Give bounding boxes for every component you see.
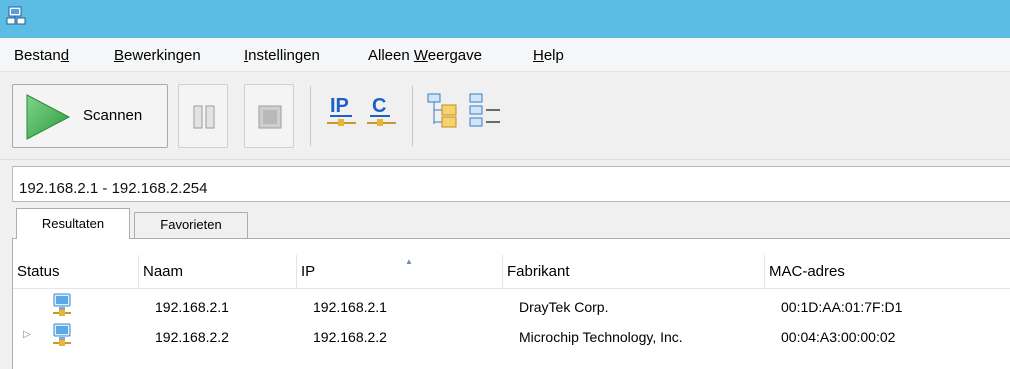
toolbar-separator-2: [412, 86, 413, 146]
menu-bestand-accel: d: [60, 47, 70, 64]
table-row[interactable]: 192.168.2.1 192.168.2.1 DrayTek Corp. 00…: [13, 291, 1010, 321]
column-header-naam[interactable]: Naam: [139, 255, 297, 289]
svg-text:IP: IP: [330, 95, 349, 117]
column-header-mac[interactable]: MAC-adres: [765, 255, 1010, 289]
cell-ip: 192.168.2.1: [313, 299, 387, 315]
scan-button-label: Scannen: [83, 107, 143, 124]
menu-bewerkingen[interactable]: Bewerkingen: [114, 47, 201, 64]
column-header-ip[interactable]: IP: [297, 255, 503, 289]
menu-bestand[interactable]: Bestand: [14, 47, 69, 64]
app-network-icon: [6, 6, 26, 25]
menu-instellingen[interactable]: Instellingen: [244, 47, 320, 64]
column-mac-label: MAC-adres: [769, 263, 845, 280]
cell-mac: 00:04:A3:00:00:02: [781, 329, 896, 345]
computer-icon: [53, 323, 71, 346]
pause-button[interactable]: [178, 84, 228, 148]
column-header-fabrikant[interactable]: Fabrikant: [503, 255, 765, 289]
menu-bewerkingen-accel: B: [114, 47, 125, 64]
menu-weergave-pre: Alleen: [368, 47, 414, 64]
column-fabrikant-label: Fabrikant: [507, 263, 570, 280]
expand-arrow-icon[interactable]: ▷: [23, 329, 31, 340]
pause-icon: [193, 105, 215, 129]
menu-instellingen-label: nstellingen: [248, 47, 320, 64]
table-row[interactable]: ▷ 192.168.2.2 192.168.2.2 Microchip Tech…: [13, 321, 1010, 351]
toolbar-separator: [310, 86, 311, 146]
tab-resultaten[interactable]: Resultaten: [16, 208, 130, 239]
ip-icon[interactable]: IP: [326, 92, 362, 130]
cell-ip: 192.168.2.2: [313, 329, 387, 345]
c-icon[interactable]: C: [366, 92, 402, 130]
list-header: Status Naam IP Fabrikant MAC-adres ▲: [13, 255, 1010, 289]
svg-text:C: C: [372, 95, 386, 117]
tree-collapse-icon[interactable]: [468, 92, 504, 130]
results-list[interactable]: Status Naam IP Fabrikant MAC-adres ▲ 192…: [12, 238, 1010, 369]
tree-expand-icon[interactable]: [426, 92, 462, 130]
toolbar: Scannen IP C: [0, 72, 1010, 160]
menu-alleen-weergave[interactable]: Alleen Weergave: [368, 47, 482, 64]
tab-strip: Resultaten Favorieten: [0, 208, 1010, 239]
cell-fabrikant: Microchip Technology, Inc.: [519, 329, 683, 345]
cell-naam: 192.168.2.1: [155, 299, 229, 315]
cell-naam: 192.168.2.2: [155, 329, 229, 345]
menu-bewerkingen-label: ewerkingen: [124, 47, 201, 64]
cell-mac: 00:1D:AA:01:7F:D1: [781, 299, 903, 315]
tab-favorieten[interactable]: Favorieten: [134, 212, 248, 238]
menu-help-label: elp: [543, 47, 564, 64]
menu-bar: Bestand Bewerkingen Instellingen Alleen …: [0, 38, 1010, 72]
tab-favorieten-label: Favorieten: [160, 217, 222, 232]
stop-button[interactable]: [244, 84, 294, 148]
cell-fabrikant: DrayTek Corp.: [519, 299, 609, 315]
column-header-status[interactable]: Status: [13, 255, 139, 289]
column-naam-label: Naam: [143, 263, 184, 280]
play-icon: [26, 94, 71, 140]
tab-resultaten-label: Resultaten: [41, 216, 105, 231]
stop-icon: [258, 105, 282, 129]
column-status-label: Status: [17, 263, 60, 280]
ip-range-input[interactable]: [12, 166, 1010, 202]
menu-help[interactable]: Help: [533, 47, 564, 64]
menu-help-accel: H: [533, 47, 544, 64]
title-bar: [0, 0, 1010, 38]
menu-bestand-label: Bestan: [14, 47, 61, 64]
column-ip-label: IP: [301, 263, 316, 280]
sort-ascending-icon: ▲: [405, 257, 413, 266]
menu-weergave-accel: W: [413, 47, 428, 64]
menu-weergave-label: eergave: [427, 47, 482, 64]
scan-button[interactable]: Scannen: [12, 84, 168, 148]
computer-icon: [53, 293, 71, 316]
